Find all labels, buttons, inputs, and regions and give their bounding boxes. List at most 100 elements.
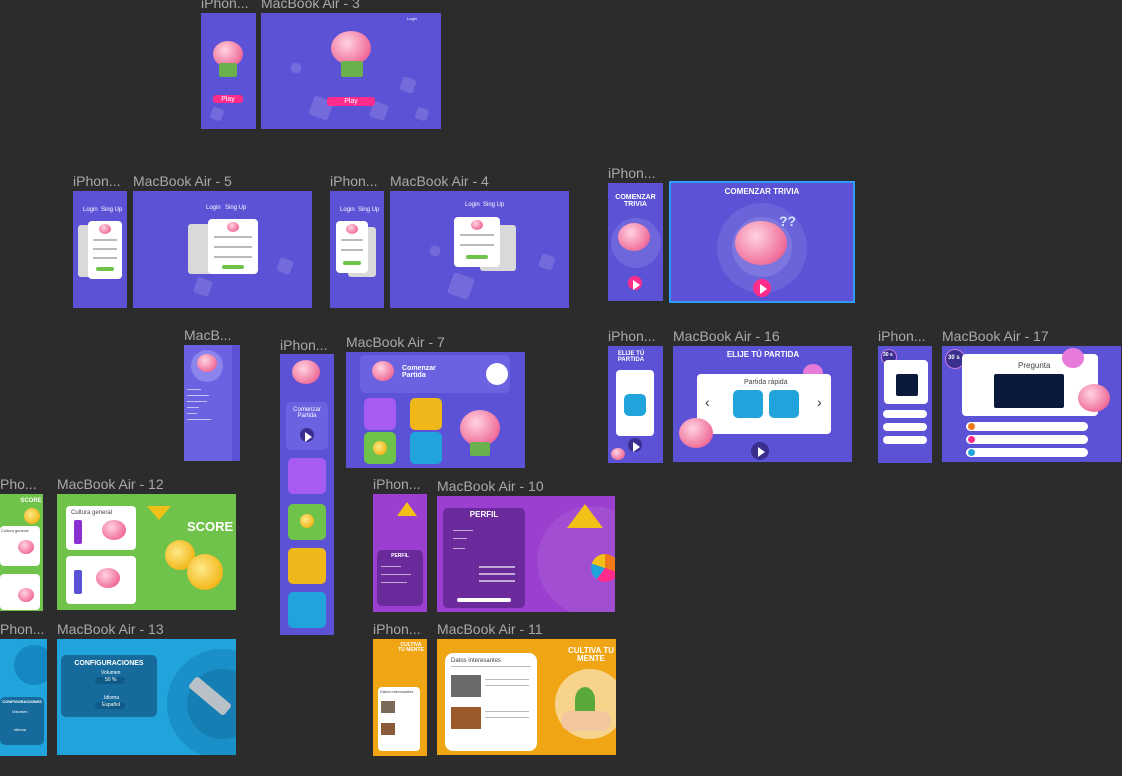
grow-tile[interactable]: [410, 398, 442, 430]
frame-macbook-11-grow-mind[interactable]: Datos interesantes CULTIVA TU MENTE: [437, 639, 616, 755]
language-select[interactable]: Español: [95, 702, 125, 709]
answer-option[interactable]: [966, 422, 1088, 431]
facts-card: Datos interesantes: [378, 687, 420, 751]
frame-label[interactable]: MacBook Air - 12: [57, 476, 197, 492]
answer-option[interactable]: [883, 436, 927, 444]
frame-label[interactable]: iPhon...: [330, 173, 382, 189]
start-game-card[interactable]: Comenzar Partida: [360, 355, 510, 393]
frame-label[interactable]: Pho...: [0, 476, 48, 492]
chevron-right-icon[interactable]: ›: [817, 394, 822, 410]
frame-label[interactable]: iPhon...: [373, 476, 425, 492]
frame-macbook-4-signup[interactable]: Login Sing Up: [390, 191, 569, 308]
frame-label[interactable]: MacBook Air - 10: [437, 478, 577, 494]
brain-mascot-icon: [292, 360, 320, 384]
frame-label[interactable]: iPhon...: [373, 621, 425, 637]
frame-macbook-10-profile[interactable]: PERFIL: [437, 496, 615, 612]
chevron-left-icon[interactable]: ‹: [705, 394, 710, 410]
frame-sidebar-menu[interactable]: [184, 345, 240, 461]
frame-label[interactable]: iPhon...: [608, 165, 660, 181]
frame-iphone-home[interactable]: Comenzar Partida: [280, 354, 334, 635]
signup-tab[interactable]: Sing Up: [483, 202, 504, 208]
frame-macbook-16-choose-game[interactable]: ELIJE TÚ PARTIDA Partida rápida ‹ ›: [673, 346, 852, 462]
frame-macbook-3-splash[interactable]: Login Play: [261, 13, 441, 129]
frame-iphone-start-trivia[interactable]: COMENZAR TRIVIA: [608, 183, 663, 301]
frame-iphone-splash[interactable]: Play: [201, 13, 256, 129]
login-tab[interactable]: Login: [340, 207, 355, 213]
answer-option[interactable]: [966, 448, 1088, 457]
login-card: [88, 221, 122, 279]
frame-label[interactable]: MacBook Air - 7: [346, 334, 466, 350]
frame-label[interactable]: Phon...: [0, 621, 48, 637]
start-game-card[interactable]: Comenzar Partida: [286, 402, 328, 450]
frame-iphone-choose-game[interactable]: ELIJE TÚ PARTIDA: [608, 346, 663, 463]
frame-iphone-grow-mind[interactable]: CULTIVA TU MENTE Datos interesantes: [373, 639, 427, 756]
score-tile[interactable]: [364, 432, 396, 464]
frame-label[interactable]: iPhon...: [608, 328, 660, 344]
play-button[interactable]: [753, 279, 771, 297]
brain-mascot-icon: [618, 223, 650, 251]
title: ELIJE TÚ PARTIDA: [617, 351, 645, 364]
frame-macbook-7-home[interactable]: Comenzar Partida: [346, 352, 525, 468]
frame-iphone-question[interactable]: 30 s: [878, 346, 932, 463]
login-tab[interactable]: Login: [465, 202, 480, 208]
frame-label[interactable]: iPhon...: [280, 337, 332, 353]
volume-stepper[interactable]: 50 %: [95, 677, 125, 684]
frame-iphone-settings[interactable]: CONFIGURACIONES Volumen Idioma: [0, 639, 47, 756]
settings-tile[interactable]: [288, 592, 326, 628]
signup-tab[interactable]: Sing Up: [225, 205, 246, 211]
frame-iphone-login[interactable]: Login Sing Up: [73, 191, 127, 308]
mode-option[interactable]: [733, 390, 763, 418]
frame-label[interactable]: MacBook Air - 13: [57, 621, 197, 637]
signup-tab[interactable]: Sing Up: [358, 207, 379, 213]
score-tile[interactable]: [288, 504, 326, 540]
play-button[interactable]: Play: [213, 95, 243, 103]
book-icon: [219, 63, 237, 77]
signup-tab[interactable]: Sing Up: [101, 207, 122, 213]
category-tile[interactable]: [288, 458, 326, 494]
score-card: [66, 556, 136, 604]
timer: 30 s: [948, 355, 960, 361]
frame-label[interactable]: MacB...: [184, 327, 236, 343]
frame-label[interactable]: iPhon...: [878, 328, 930, 344]
frame-label[interactable]: MacBook Air - 3: [261, 0, 381, 11]
play-button[interactable]: [300, 428, 314, 442]
frame-label[interactable]: iPhon...: [73, 173, 125, 189]
frame-iphone-login-2[interactable]: Login Sing Up: [330, 191, 384, 308]
settings-card: CONFIGURACIONES Volumen Idioma: [0, 697, 44, 745]
title: COMENZAR TRIVIA: [724, 187, 800, 196]
login-tab[interactable]: Login: [206, 205, 221, 211]
brain-mascot-icon: [331, 31, 371, 65]
frame-iphone-profile[interactable]: PERFIL: [373, 494, 427, 612]
title: SCORE: [187, 519, 234, 534]
frame-macbook-12-score[interactable]: Cultura general SCORE: [57, 494, 236, 610]
login-link[interactable]: Login: [407, 16, 417, 21]
frame-label[interactable]: iPhon...: [201, 0, 253, 11]
play-button[interactable]: [628, 438, 642, 452]
play-button[interactable]: [751, 442, 769, 460]
login-tab[interactable]: Login: [83, 207, 98, 213]
game-mode-card[interactable]: [616, 370, 654, 436]
frame-label[interactable]: MacBook Air - 17: [942, 328, 1062, 344]
frame-macbook-13-settings[interactable]: CONFIGURACIONES Volumen 50 % Idioma Espa…: [57, 639, 236, 755]
grow-tile[interactable]: [288, 548, 326, 584]
frame-macbook-17-question[interactable]: 30 s Pregunta: [942, 346, 1121, 462]
category-tile[interactable]: [364, 398, 396, 430]
frame-label[interactable]: MacBook Air - 5: [133, 173, 253, 189]
frame-macbook-start-trivia[interactable]: COMENZAR TRIVIA ??: [669, 181, 855, 303]
frame-macbook-5-login[interactable]: Login Sing Up: [133, 191, 312, 308]
play-button[interactable]: Play: [327, 97, 375, 106]
answer-option[interactable]: [883, 423, 927, 431]
hand-icon: [561, 711, 611, 731]
plant-icon: [575, 687, 595, 713]
frame-label[interactable]: MacBook Air - 11: [437, 621, 577, 637]
play-button[interactable]: [486, 363, 508, 385]
settings-tile[interactable]: [410, 432, 442, 464]
play-button[interactable]: [628, 276, 642, 290]
answer-option[interactable]: [883, 410, 927, 418]
signup-card: [336, 221, 368, 273]
frame-label[interactable]: MacBook Air - 4: [390, 173, 510, 189]
frame-label[interactable]: MacBook Air - 16: [673, 328, 793, 344]
mode-option[interactable]: [769, 390, 799, 418]
answer-option[interactable]: [966, 435, 1088, 444]
frame-iphone-score[interactable]: SCORE Cultura general: [0, 494, 43, 611]
